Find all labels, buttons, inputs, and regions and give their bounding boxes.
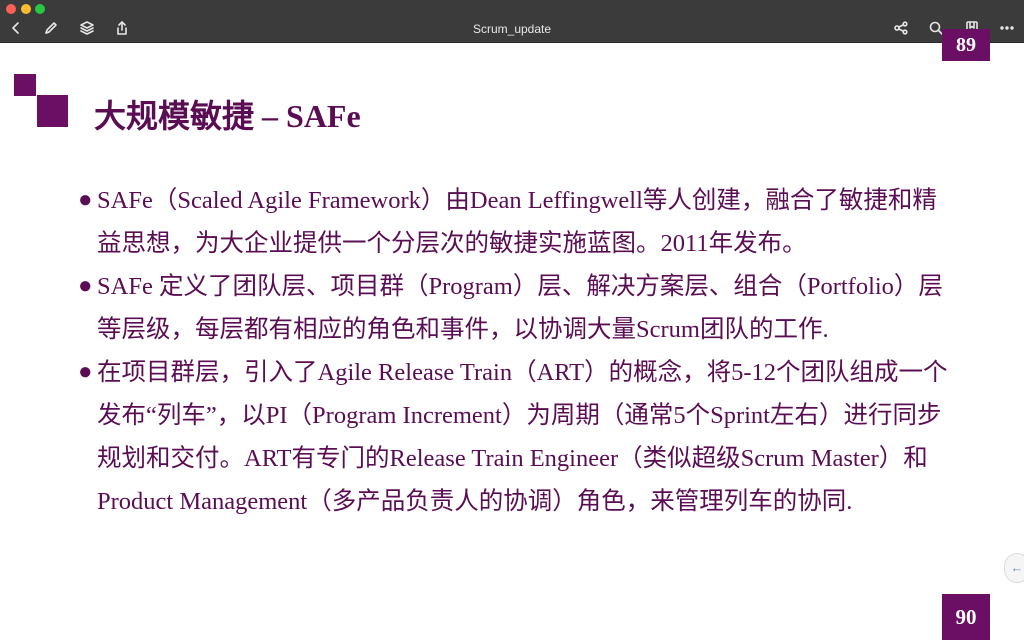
bullet-glyph: ● [78,273,93,299]
slide-title-dash: – [262,98,279,134]
slide-canvas: 89 大规模敏捷 – SAFe ● SAFe（Scaled Agile Fram… [0,29,1024,640]
page-number: 90 [942,594,990,640]
bullet-text: SAFe（Scaled Agile Framework）由Dean Leffin… [97,187,937,257]
bullet-item: ● SAFe（Scaled Agile Framework）由Dean Leff… [78,179,958,265]
side-panel-handle[interactable]: ← [1004,553,1024,583]
window-titlebar: Scrum_update [0,0,1024,43]
decor-square-large [14,74,36,96]
bullet-item: ● 在项目群层，引入了Agile Release Train（ART）的概念，将… [78,351,958,523]
zoom-window-button[interactable] [35,4,45,14]
slide-title-cn: 大规模敏捷 [94,98,255,134]
minimize-window-button[interactable] [21,4,31,14]
window-title: Scrum_update [472,22,552,36]
bullet-text: 在项目群层，引入了Agile Release Train（ART）的概念，将5-… [97,359,948,515]
slide-title: 大规模敏捷 – SAFe [94,91,361,137]
bullet-item: ● SAFe 定义了团队层、项目群（Program）层、解决方案层、组合（Por… [78,265,958,351]
previous-page-number: 89 [942,29,990,61]
graph-icon[interactable] [891,18,911,38]
bullet-text: SAFe 定义了团队层、项目群（Program）层、解决方案层、组合（Portf… [97,273,943,343]
bullet-glyph: ● [78,187,93,213]
decor-square-small [37,95,68,127]
bullet-list: ● SAFe（Scaled Agile Framework）由Dean Leff… [78,179,958,523]
arrow-left-icon: ← [1010,560,1024,575]
slide-title-en: SAFe [286,98,361,134]
more-icon[interactable] [997,18,1017,38]
bullet-glyph: ● [78,359,93,385]
close-window-button[interactable] [6,4,16,14]
